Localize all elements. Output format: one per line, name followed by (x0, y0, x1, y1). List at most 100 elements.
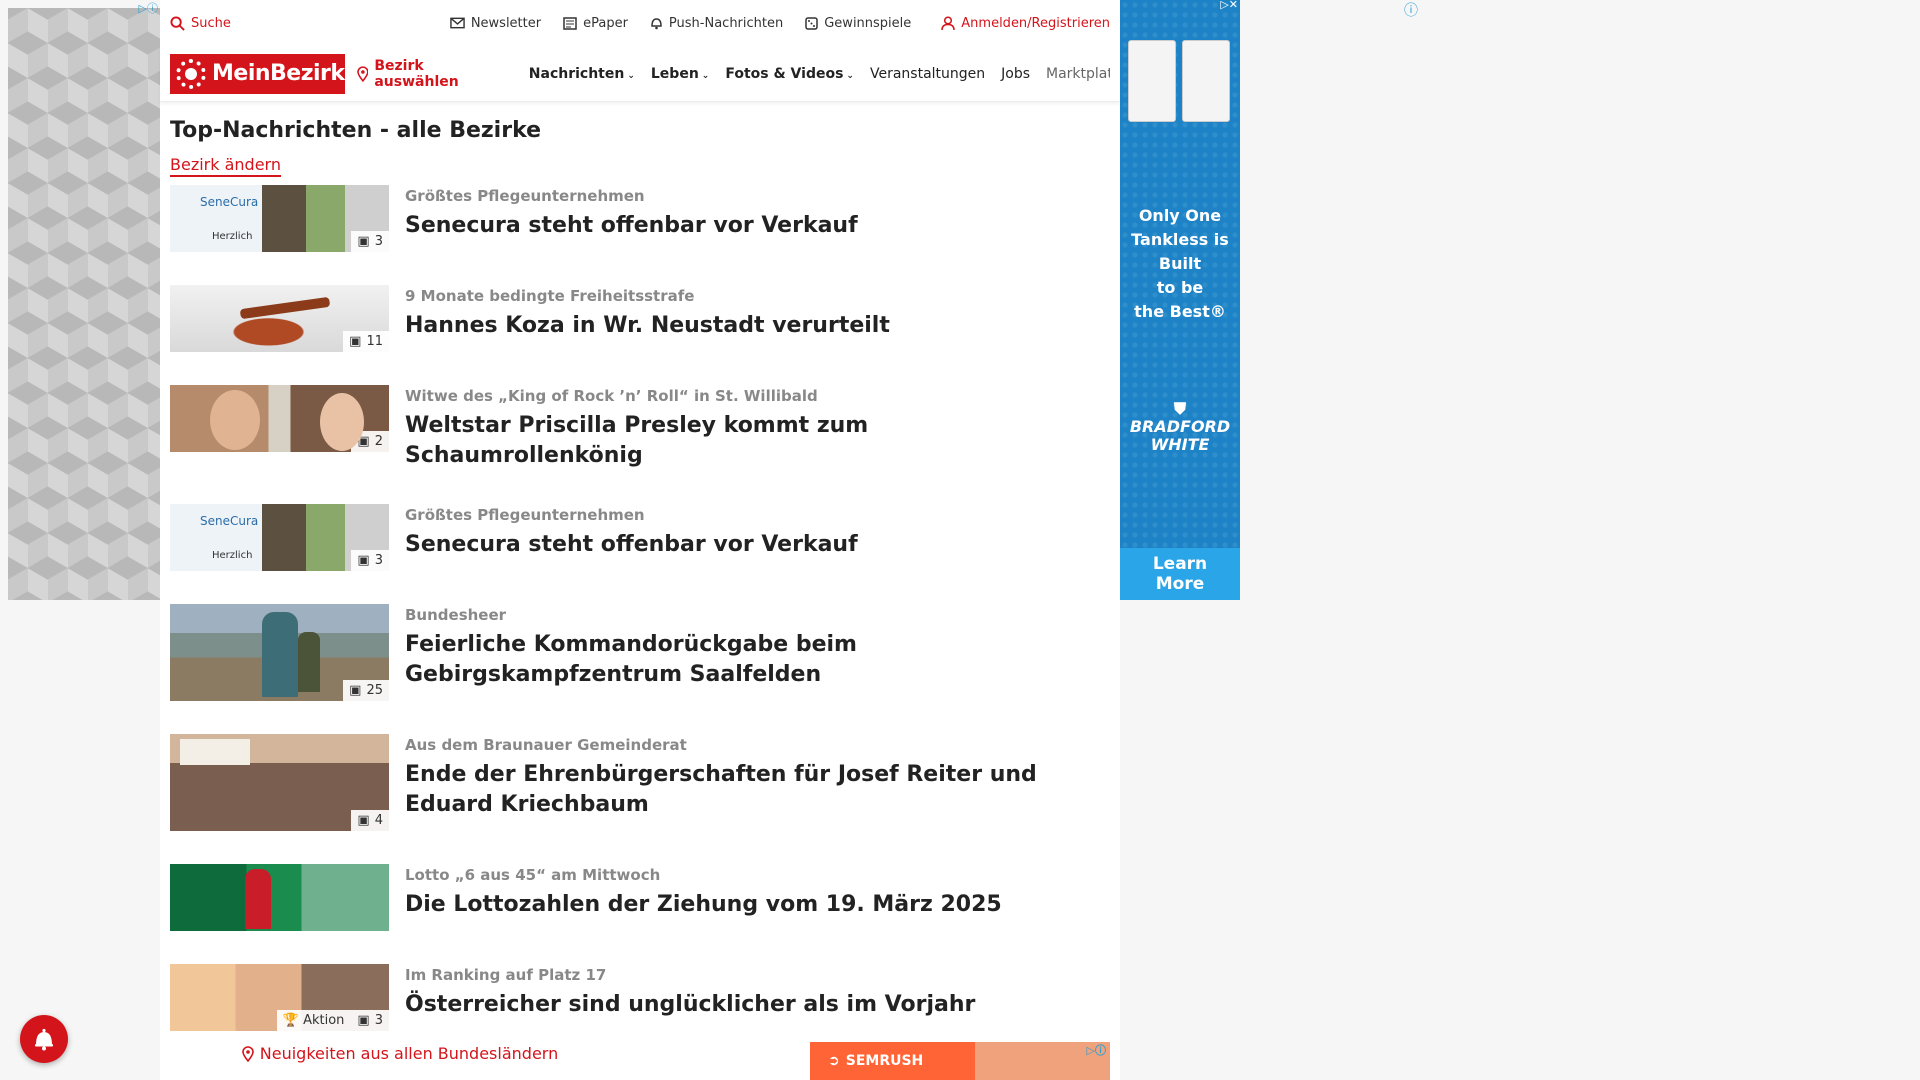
article-item[interactable]: ▣3 Größtes Pflegeunternehmen Senecura st… (160, 504, 1120, 571)
logo-sun-icon (176, 58, 206, 89)
top-links: Newsletter ePaper Push-Nachrichten Gewin… (450, 16, 911, 31)
article-headline[interactable]: Ende der Ehrenbürgerschaften für Josef R… (405, 760, 1105, 820)
image-icon: ▣ (349, 334, 362, 349)
image-count-value: 2 (374, 434, 383, 449)
dice-icon (805, 16, 818, 30)
article-item[interactable]: ▣3 Größtes Pflegeunternehmen Senecura st… (160, 185, 1120, 252)
ad-info-icon[interactable]: ⓘ (1404, 0, 1418, 20)
main-column: Suche Newsletter ePaper Push-Nachrichten… (160, 0, 1120, 1080)
ad-slogan-line: Tankless is (1131, 230, 1229, 249)
nav-item-veranstaltungen[interactable]: Veranstaltungen (870, 66, 985, 82)
image-count: ▣ 4 (351, 810, 389, 831)
article-item[interactable]: Lotto „6 aus 45“ am Mittwoch Die Lottoza… (160, 864, 1120, 931)
article-kicker: Größtes Pflegeunternehmen (405, 187, 645, 205)
article-thumbnail[interactable]: ▣ 4 (170, 734, 389, 831)
image-count: ▣ 25 (343, 680, 389, 701)
logo-text: MeinBezirk (212, 61, 345, 86)
article-item[interactable]: ▣ 4 Aus dem Braunauer Gemeinderat Ende de… (160, 734, 1120, 831)
select-district-button[interactable]: Bezirk auswählen (356, 58, 511, 90)
nav-item-leben[interactable]: Leben ⌄ (651, 66, 709, 82)
chevron-down-icon: ⌄ (627, 70, 635, 81)
ad-slogan-line: Built (1158, 254, 1202, 273)
image-count: 🏆 Aktion ▣ 3 (276, 1010, 389, 1031)
article-headline[interactable]: Die Lottozahlen der Ziehung vom 19. März… (405, 890, 1105, 920)
login-link[interactable]: Anmelden/Registrieren (941, 16, 1110, 31)
article-item[interactable]: 🏆 Aktion ▣ 3 Im Ranking auf Platz 17 Öster… (160, 964, 1120, 1031)
right-skyscraper-ad[interactable]: ▷✕ Only One Tankless is Built to be the … (1120, 0, 1240, 600)
search-icon (170, 15, 185, 31)
article-kicker: 9 Monate bedingte Freiheitsstrafe (405, 287, 695, 305)
article-headline[interactable]: Feierliche Kommandorückgabe beim Gebirgs… (405, 630, 1105, 690)
contest-link[interactable]: Gewinnspiele (805, 16, 911, 31)
article-thumbnail[interactable]: ▣ 2 (170, 385, 389, 452)
push-link[interactable]: Push-Nachrichten (650, 16, 783, 31)
ad-slogan-line: the Best® (1134, 302, 1226, 321)
article-item[interactable]: ▣ 2 Witwe des „King of Rock ’n’ Roll“ in … (160, 385, 1120, 471)
nav-item-nachrichten[interactable]: Nachrichten ⌄ (529, 66, 635, 82)
nav-item-label: Fotos & Videos (725, 65, 844, 82)
bell-icon (651, 18, 662, 30)
search-link[interactable]: Suche (170, 16, 231, 31)
article-headline[interactable]: Hannes Koza in Wr. Neustadt verurteilt (405, 311, 1105, 341)
left-skyscraper-ad[interactable]: ▷ⓘ (8, 2, 160, 600)
epaper-link[interactable]: ePaper (563, 16, 628, 31)
ad-slogan-line: Only One (1138, 206, 1222, 225)
image-count-value: 11 (366, 334, 383, 349)
all-states-link[interactable]: Neuigkeiten aus allen Bundesländern (160, 1044, 640, 1063)
article-thumbnail[interactable]: ▣3 (170, 504, 389, 571)
chevron-down-icon: ⌄ (846, 70, 854, 81)
award-label: Aktion (303, 1013, 345, 1028)
water-heater-image (1182, 40, 1230, 122)
adchoice-close-icon[interactable]: ▷✕ (1220, 0, 1238, 11)
image-count-value: 25 (366, 683, 383, 698)
image-count: ▣ 11 (343, 331, 389, 352)
mail-icon (450, 17, 465, 29)
article-kicker: Im Ranking auf Platz 17 (405, 966, 607, 984)
article-thumbnail[interactable]: ▣ 25 (170, 604, 389, 701)
image-icon: ▣ (357, 553, 370, 568)
article-headline[interactable]: Senecura steht offenbar vor Verkauf (405, 530, 1105, 560)
newsletter-link[interactable]: Newsletter (450, 16, 541, 31)
article-headline[interactable]: Österreicher sind unglücklicher als im V… (405, 990, 1105, 1020)
article-item[interactable]: ▣ 25 Bundesheer Feierliche Kommandorückga… (160, 604, 1120, 701)
nav-item-label: Nachrichten (528, 65, 625, 82)
nav-item-jobs[interactable]: Jobs (1001, 66, 1030, 82)
cta-line: Learn (1152, 554, 1208, 574)
contest-label: Gewinnspiele (824, 15, 912, 31)
brand-icon: ⛊ (1173, 399, 1186, 418)
trophy-icon: 🏆 (282, 1013, 300, 1028)
article-headline[interactable]: Weltstar Priscilla Presley kommt zum Sch… (405, 411, 1105, 471)
article-list: ▣3 Größtes Pflegeunternehmen Senecura st… (160, 185, 1120, 1031)
change-district-link[interactable]: Bezirk ändern (170, 155, 281, 177)
nav-item-marktplatz[interactable]: Marktplatz (1046, 66, 1110, 82)
page-title: Top-Nachrichten - alle Bezirke (170, 118, 542, 143)
image-count: ▣3 (351, 550, 389, 571)
newspaper-icon (563, 16, 577, 30)
location-pin-icon (241, 1045, 254, 1062)
user-icon (941, 15, 956, 30)
article-thumbnail[interactable]: ▣3 (170, 185, 389, 252)
article-thumbnail[interactable] (170, 864, 389, 931)
water-heater-image (1128, 40, 1176, 122)
article-item[interactable]: ▣ 11 9 Monate bedingte Freiheitsstrafe Ha… (160, 285, 1120, 352)
bottom-banner-ad[interactable]: ➲ SEMRUSH ▷ⓘ (810, 1042, 1110, 1080)
nav-item-label: Leben (650, 65, 699, 82)
nav-item-fotos-videos[interactable]: Fotos & Videos ⌄ (725, 66, 854, 82)
image-icon: ▣ (349, 683, 362, 698)
article-kicker: Witwe des „King of Rock ’n’ Roll“ in St.… (405, 387, 818, 405)
article-kicker: Lotto „6 aus 45“ am Mittwoch (405, 866, 661, 884)
push-notification-button[interactable] (20, 1015, 68, 1063)
adchoice-icon[interactable]: ▷ⓘ (139, 0, 158, 16)
push-label: Push-Nachrichten (668, 15, 784, 31)
learn-more-button[interactable]: Learn More (1120, 548, 1240, 600)
article-thumbnail[interactable]: ▣ 11 (170, 285, 389, 352)
article-thumbnail[interactable]: 🏆 Aktion ▣ 3 (170, 964, 389, 1031)
site-logo[interactable]: MeinBezirk (170, 53, 345, 94)
article-kicker: Bundesheer (405, 606, 507, 624)
adchoice-icon[interactable]: ▷ⓘ (1087, 1042, 1106, 1058)
nav-menu: Nachrichten ⌄ Leben ⌄ Fotos & Videos ⌄ Vera… (529, 66, 1110, 82)
article-headline[interactable]: Senecura steht offenbar vor Verkauf (405, 211, 1105, 241)
image-count: ▣3 (351, 231, 389, 252)
newsletter-label: Newsletter (470, 15, 542, 31)
location-pin-icon (356, 65, 369, 82)
